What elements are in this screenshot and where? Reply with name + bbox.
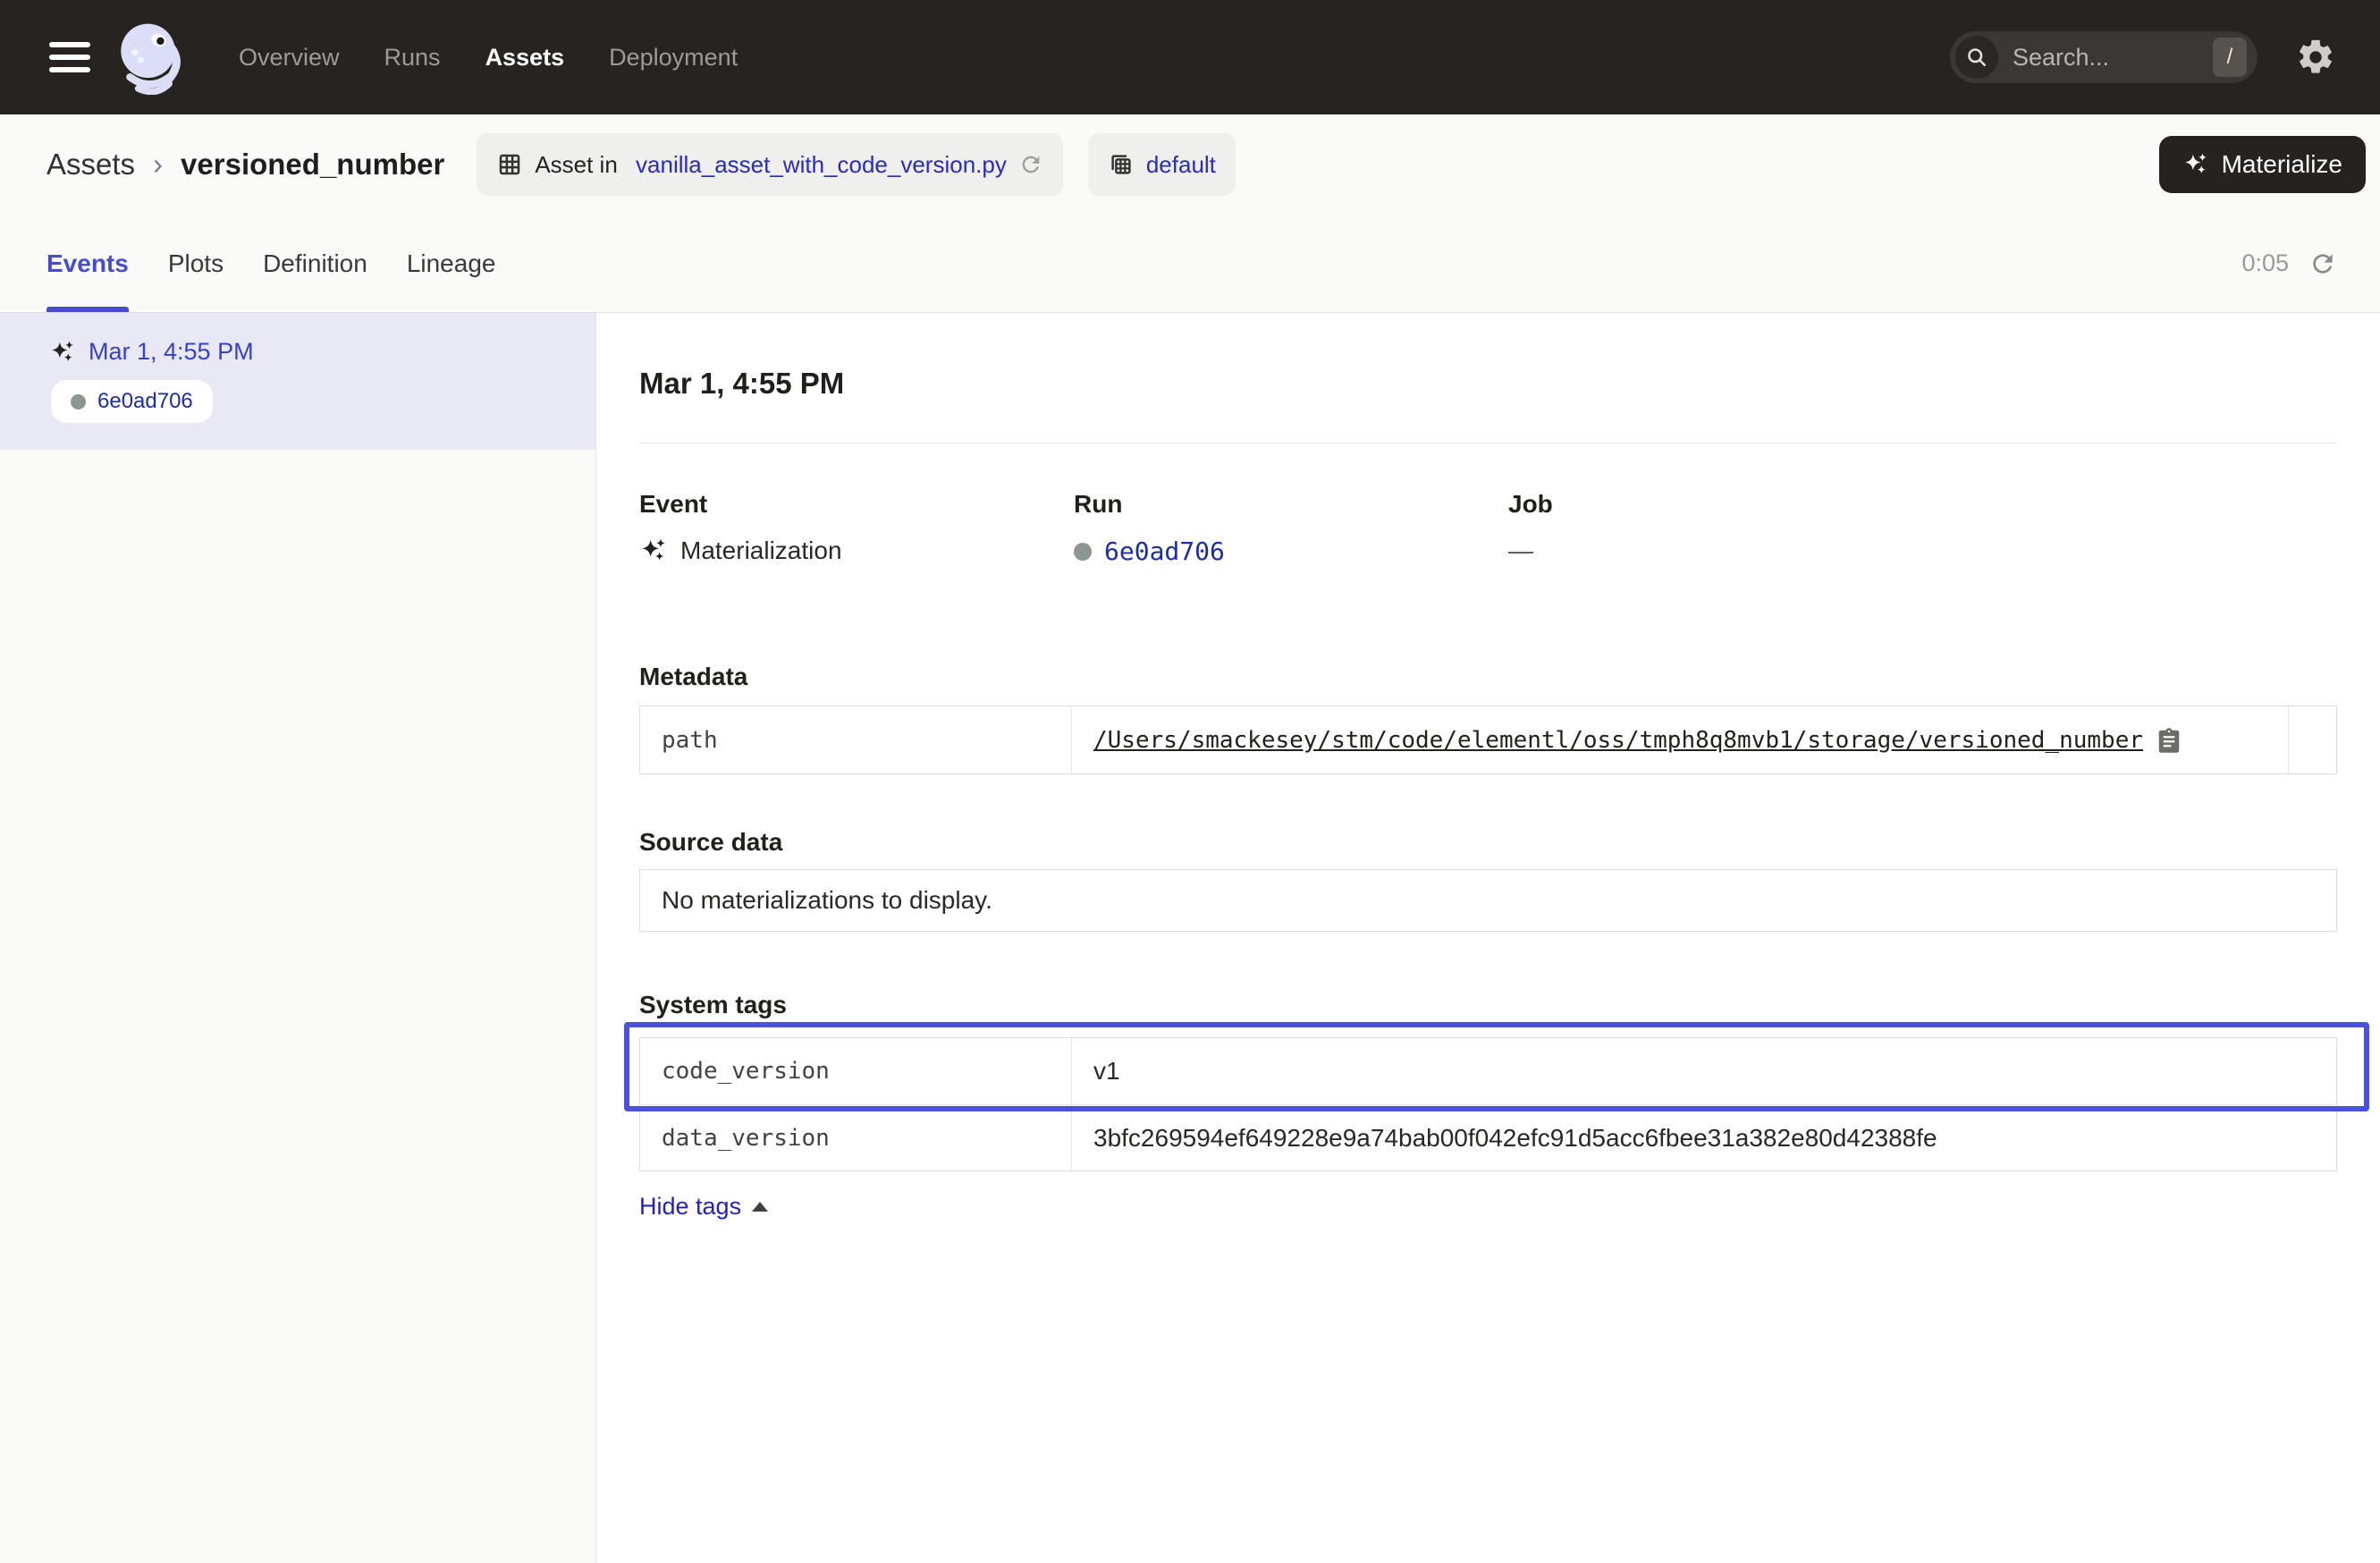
top-nav: Overview Runs Assets Deployment Search..… [0,0,2380,114]
caret-up-icon [752,1202,768,1212]
hide-tags-label: Hide tags [639,1193,741,1221]
nav-item-assets[interactable]: Assets [485,44,565,72]
path-value-link[interactable]: /Users/smackesey/stm/code/elementl/oss/t… [1093,727,2143,754]
job-empty-value: — [1508,536,1533,565]
reload-definition-icon[interactable] [1018,152,1043,177]
metadata-table: path /Users/smackesey/stm/code/elementl/… [639,705,2337,774]
asset-definition-badge: Asset in vanilla_asset_with_code_version… [477,133,1063,196]
menu-icon[interactable] [49,42,90,72]
asset-group-badge: default [1088,133,1236,196]
dagster-logo[interactable] [114,20,192,95]
divider [639,443,2337,444]
tab-bar: Events Plots Definition Lineage 0:05 [0,215,2380,313]
asset-header: Assets › versioned_number Asset in vanil… [0,114,2380,215]
source-data-empty-state: No materializations to display. [639,869,2337,932]
table-row: data_version 3bfc269594ef649228e9a74bab0… [640,1104,2336,1170]
run-label: Run [1074,490,1508,519]
materialize-label: Materialize [2222,150,2342,179]
event-list-item-selected[interactable]: Mar 1, 4:55 PM 6e0ad706 [0,313,595,450]
table-row: code_version v1 [640,1038,2336,1104]
main-nav: Overview Runs Assets Deployment [239,44,738,72]
refresh-icon[interactable] [2308,249,2337,278]
system-tags-table: code_version v1 data_version 3bfc269594e… [639,1037,2337,1171]
event-label: Event [639,490,1074,519]
table-action-cell [2288,706,2336,773]
metadata-key: path [640,706,1072,773]
search-placeholder: Search... [2013,44,2213,72]
metadata-heading: Metadata [639,663,2337,691]
run-id-badge[interactable]: 6e0ad706 [51,380,213,423]
run-status-dot [71,394,86,410]
group-default-link[interactable]: default [1146,151,1216,179]
materialization-sparkle-icon [49,339,76,366]
refresh-countdown: 0:05 [2241,249,2289,277]
materialize-button[interactable]: Materialize [2159,136,2366,193]
run-status-dot [1074,543,1092,561]
grid-icon [496,151,523,178]
event-timestamp: Mar 1, 4:55 PM [89,338,254,366]
tab-plots[interactable]: Plots [168,215,224,312]
search-input[interactable]: Search... / [1950,31,2258,83]
hide-tags-toggle[interactable]: Hide tags [639,1193,768,1221]
data-version-key: data_version [640,1105,1072,1170]
event-overview: Event Materialization Run 6e0ad706 Job — [639,490,2337,566]
data-version-value: 3bfc269594ef649228e9a74bab00f042efc91d5a… [1093,1124,1937,1153]
asset-file-link[interactable]: vanilla_asset_with_code_version.py [636,151,1007,179]
system-tags-heading: System tags [639,991,2337,1019]
breadcrumb-current: versioned_number [181,148,444,182]
materialization-sparkle-icon [639,536,668,565]
source-data-heading: Source data [639,828,2337,857]
search-shortcut-key: / [2213,38,2247,77]
tab-lineage[interactable]: Lineage [407,215,496,312]
breadcrumb-chevron-icon: › [153,148,163,182]
nav-item-runs[interactable]: Runs [384,44,441,72]
table-row: path /Users/smackesey/stm/code/elementl/… [640,706,2336,773]
code-version-value: v1 [1093,1057,1120,1086]
job-label: Job [1508,490,1943,519]
event-list-sidebar: Mar 1, 4:55 PM 6e0ad706 [0,313,596,1563]
tab-events[interactable]: Events [46,215,129,312]
sparkle-icon [2182,151,2209,178]
nav-item-deployment[interactable]: Deployment [609,44,738,72]
search-icon [1955,36,1998,79]
breadcrumb-assets-link[interactable]: Assets [46,148,135,182]
code-version-key: code_version [640,1038,1072,1104]
asset-in-label: Asset in [535,151,624,179]
settings-gear-icon[interactable] [2295,37,2336,78]
copy-clipboard-icon[interactable] [2156,727,2182,754]
event-detail-panel: Mar 1, 4:55 PM Event Materialization Run… [596,313,2380,1563]
tab-definition[interactable]: Definition [263,215,367,312]
run-id-label: 6e0ad706 [97,389,193,414]
run-id-link[interactable]: 6e0ad706 [1104,536,1225,566]
repo-grid-icon [1108,151,1135,178]
event-title: Mar 1, 4:55 PM [639,367,2337,401]
event-type-value: Materialization [680,536,842,565]
nav-item-overview[interactable]: Overview [239,44,340,72]
